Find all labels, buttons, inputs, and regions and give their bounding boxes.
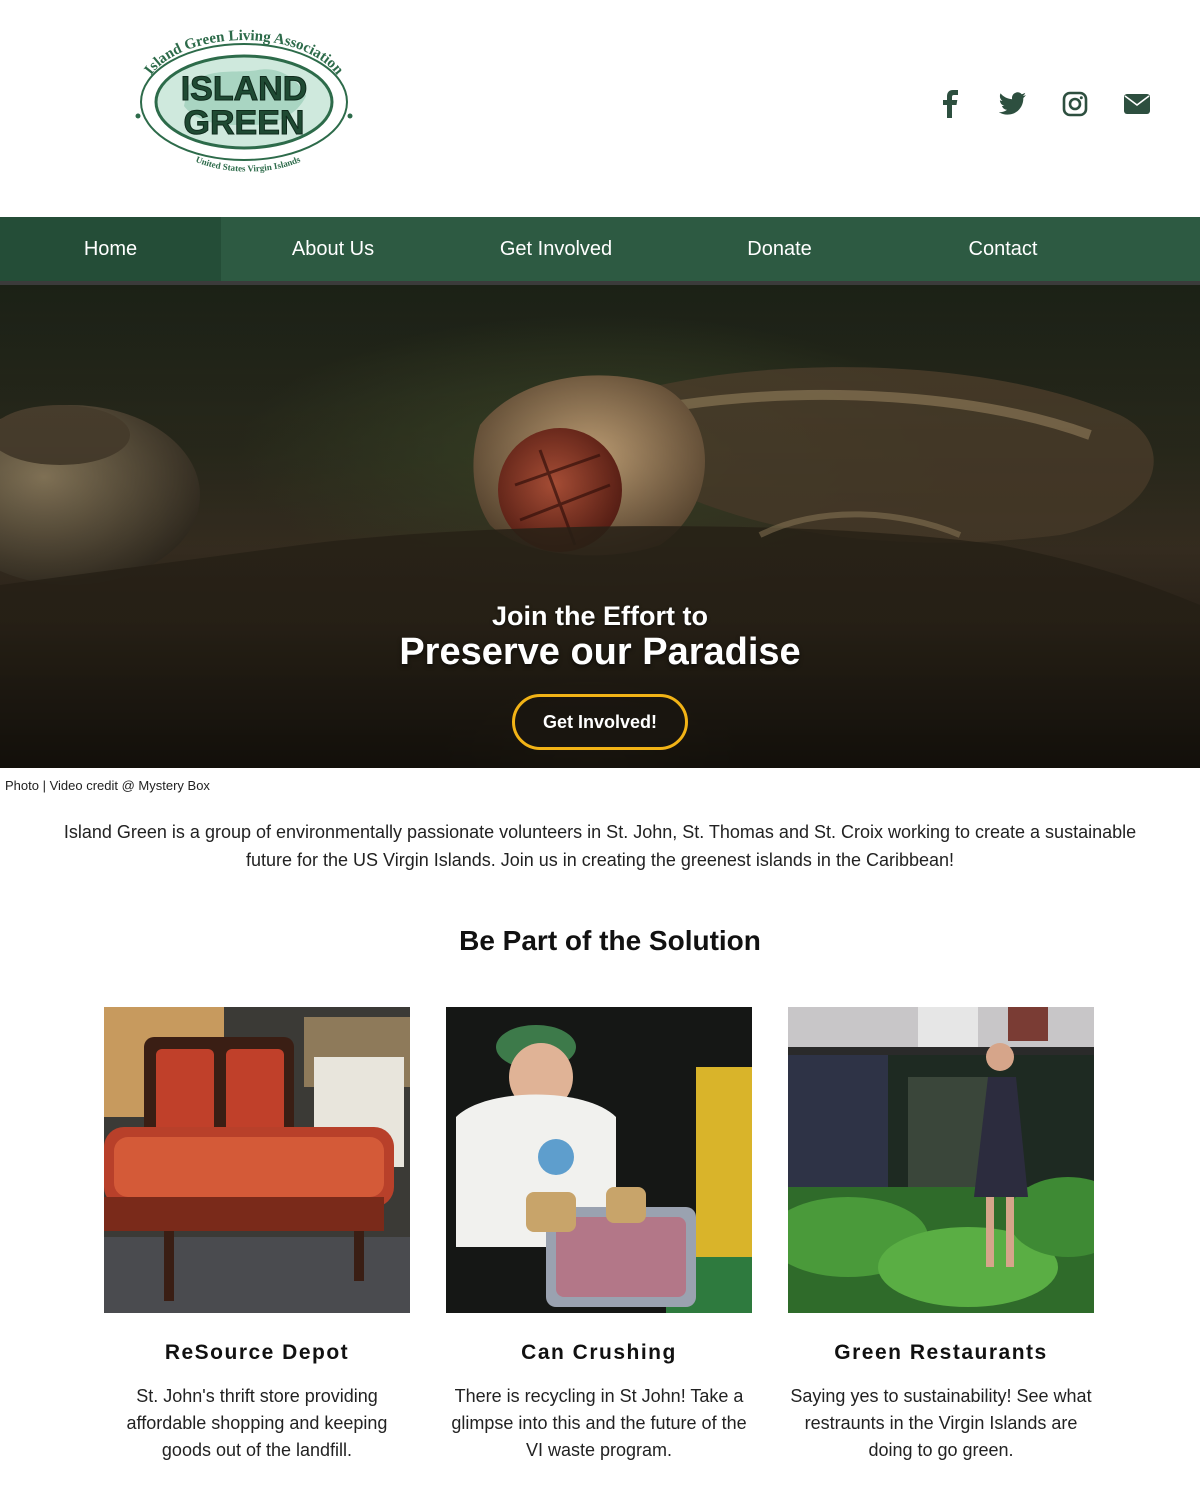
- nav-item-about-us[interactable]: About Us: [221, 217, 445, 281]
- intro-text: Island Green is a group of environmental…: [63, 822, 1137, 870]
- card-title[interactable]: Green Restaurants: [788, 1341, 1094, 1365]
- nav-item-home[interactable]: Home: [0, 217, 221, 281]
- main-nav: Home About Us Get Involved Donate Contac…: [0, 217, 1200, 281]
- nav-item-contact[interactable]: Contact: [892, 217, 1114, 281]
- envelope-icon[interactable]: [1106, 84, 1168, 124]
- resource-depot-photo[interactable]: [104, 1007, 410, 1313]
- can-crushing-photo[interactable]: [446, 1007, 752, 1313]
- social-links: [920, 84, 1168, 124]
- green-restaurants-photo[interactable]: [788, 1007, 1094, 1313]
- section-title: Be Part of the Solution: [459, 925, 761, 956]
- card-green-restaurants: Green Restaurants Saying yes to sustaina…: [788, 1007, 1094, 1464]
- logo-line-2: GREEN: [184, 104, 305, 142]
- site-logo[interactable]: Island Green Living Association ISLAND G…: [128, 26, 360, 176]
- facebook-icon[interactable]: [920, 84, 982, 124]
- card-description: Saying yes to sustainability! See what r…: [790, 1386, 1092, 1460]
- card-resource-depot: ReSource Depot St. John's thrift store p…: [104, 1007, 410, 1464]
- logo-line-1: ISLAND: [181, 70, 308, 108]
- photo-credit: Photo | Video credit @ Mystery Box: [5, 778, 210, 793]
- instagram-icon[interactable]: [1044, 84, 1106, 124]
- hero-banner: Join the Effort to Preserve our Paradise…: [0, 285, 1200, 768]
- hero-title: Preserve our Paradise: [399, 631, 801, 673]
- twitter-icon[interactable]: [982, 84, 1044, 124]
- card-can-crushing: Can Crushing There is recycling in St Jo…: [446, 1007, 752, 1464]
- get-involved-button[interactable]: Get Involved!: [512, 694, 688, 750]
- card-description: St. John's thrift store providing afford…: [126, 1386, 388, 1460]
- nav-item-donate[interactable]: Donate: [667, 217, 892, 281]
- card-description: There is recycling in St John! Take a gl…: [451, 1386, 747, 1460]
- card-title[interactable]: ReSource Depot: [104, 1341, 410, 1365]
- site-header: Island Green Living Association ISLAND G…: [0, 0, 1200, 217]
- nav-item-get-involved[interactable]: Get Involved: [445, 217, 667, 281]
- hero-subtitle: Join the Effort to: [492, 601, 708, 631]
- card-title[interactable]: Can Crushing: [446, 1341, 752, 1365]
